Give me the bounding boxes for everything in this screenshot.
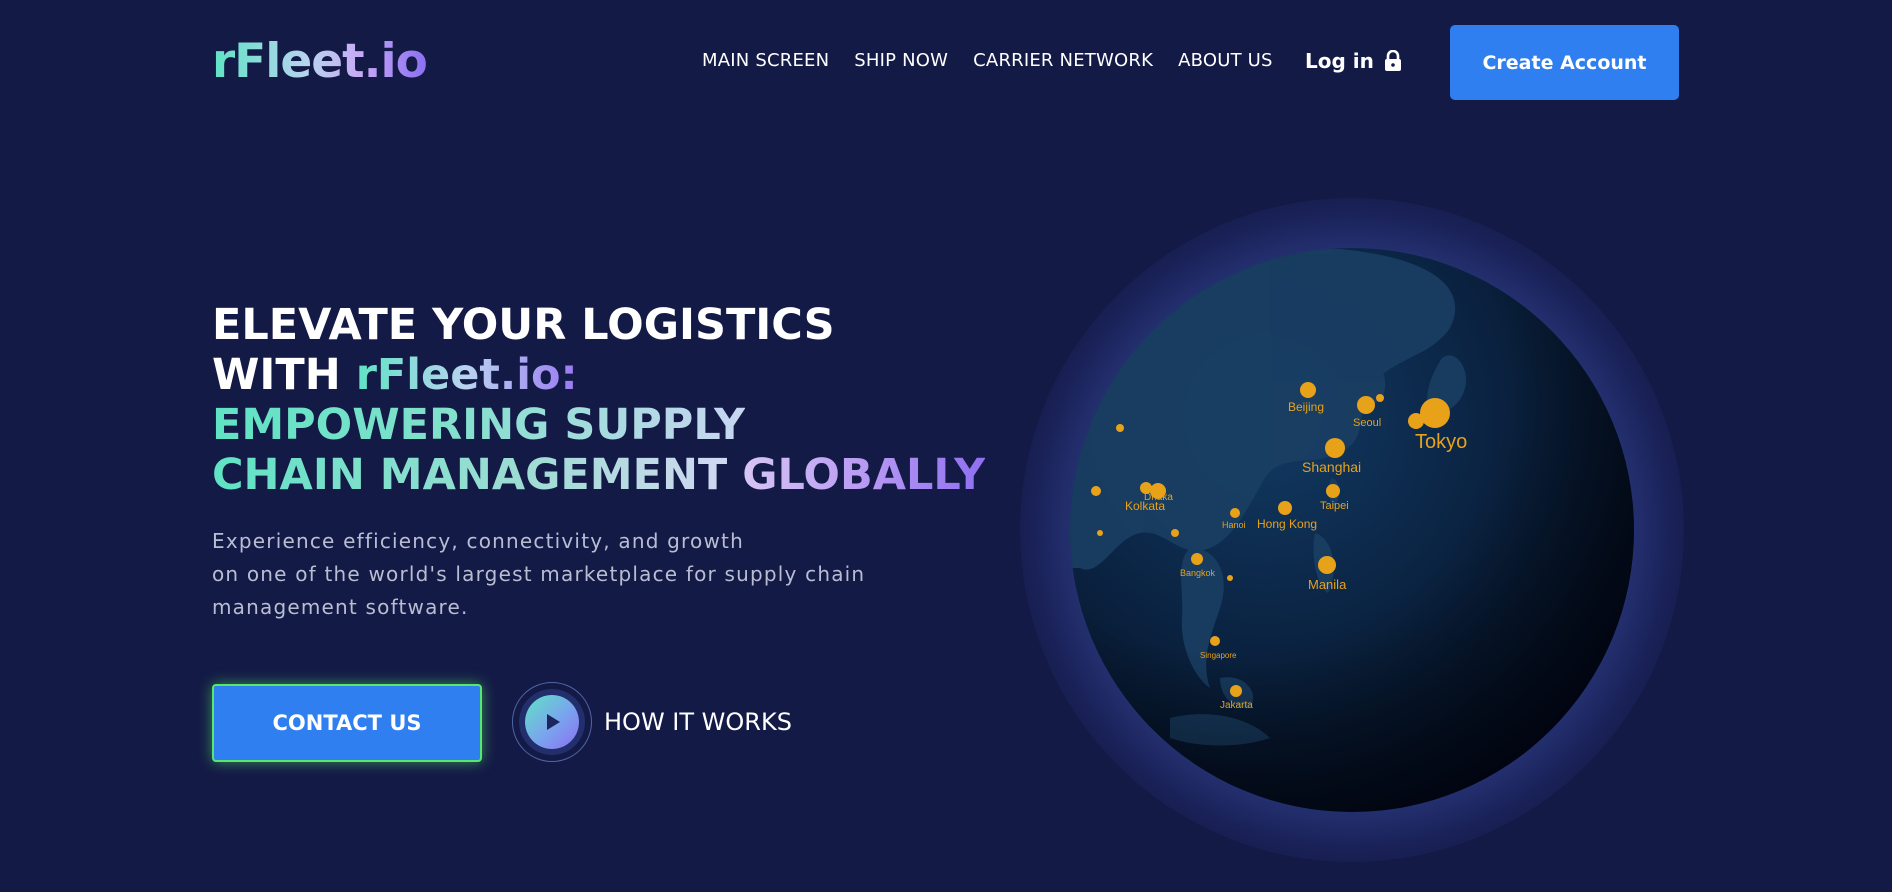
- nav-item-main-screen[interactable]: MAIN SCREEN: [702, 50, 829, 71]
- city-label-hong-kong: Hong Kong: [1257, 517, 1317, 531]
- nav-item-carrier-network[interactable]: CARRIER NETWORK: [973, 50, 1153, 71]
- contact-us-button[interactable]: CONTACT US: [212, 684, 482, 762]
- city-label-dhaka: Dhaka: [1144, 492, 1173, 503]
- hero-subtext: Experience efficiency, connectivity, and…: [212, 525, 865, 624]
- city-label-beijing: Beijing: [1288, 400, 1324, 414]
- subtext-line-1: Experience efficiency, connectivity, and…: [212, 529, 744, 553]
- subtext-line-3: management software.: [212, 595, 469, 619]
- globe-map: Beijing Seoul Tokyo Shanghai Taipei Hong…: [1070, 248, 1634, 812]
- page: rFleet.io MAIN SCREEN SHIP NOW CARRIER N…: [0, 0, 1892, 892]
- subtext-line-2: on one of the world's largest marketplac…: [212, 562, 866, 586]
- city-label-shanghai: Shanghai: [1302, 459, 1361, 475]
- lock-icon: [1384, 50, 1402, 72]
- headline-line-3: EMPOWERING SUPPLY: [212, 400, 746, 450]
- city-label-taipei: Taipei: [1320, 500, 1349, 512]
- city-label-manila: Manila: [1308, 577, 1347, 592]
- globe-illustration: Beijing Seoul Tokyo Shanghai Taipei Hong…: [1020, 198, 1684, 862]
- nav-item-ship-now[interactable]: SHIP NOW: [854, 50, 948, 71]
- headline-line-1: ELEVATE YOUR LOGISTICS: [212, 300, 835, 350]
- nav-item-about-us[interactable]: ABOUT US: [1178, 50, 1273, 71]
- city-label-singapore: Singapore: [1200, 651, 1237, 660]
- login-link[interactable]: Log in: [1305, 49, 1402, 73]
- headline-line-2: WITH rFleet.io:: [212, 350, 985, 400]
- headline-line-4: CHAIN MANAGEMENT GLOBALLY: [212, 450, 985, 500]
- play-icon[interactable]: [525, 695, 579, 749]
- city-label-jakarta: Jakarta: [1220, 700, 1253, 711]
- login-label: Log in: [1305, 49, 1374, 73]
- city-label-hanoi: Hanoi: [1222, 520, 1246, 530]
- city-label-bangkok: Bangkok: [1180, 568, 1216, 578]
- how-it-works-label: HOW IT WORKS: [604, 708, 792, 736]
- headline-brand: rFleet.io:: [355, 350, 578, 400]
- how-it-works-button[interactable]: HOW IT WORKS: [512, 682, 792, 762]
- city-label-tokyo: Tokyo: [1415, 431, 1467, 453]
- headline-line-4-a: CHAIN MANAGEMENT: [212, 450, 743, 500]
- brand-logo[interactable]: rFleet.io: [212, 34, 428, 90]
- main-nav: MAIN SCREEN SHIP NOW CARRIER NETWORK ABO…: [702, 50, 1273, 71]
- city-label-seoul: Seoul: [1353, 417, 1381, 429]
- hero-headline: ELEVATE YOUR LOGISTICS WITH rFleet.io: E…: [212, 300, 985, 500]
- play-button-ring[interactable]: [512, 682, 592, 762]
- headline-line-4-b: GLOBALLY: [742, 450, 986, 500]
- create-account-button[interactable]: Create Account: [1450, 25, 1679, 100]
- headline-line-2-prefix: WITH: [212, 350, 356, 400]
